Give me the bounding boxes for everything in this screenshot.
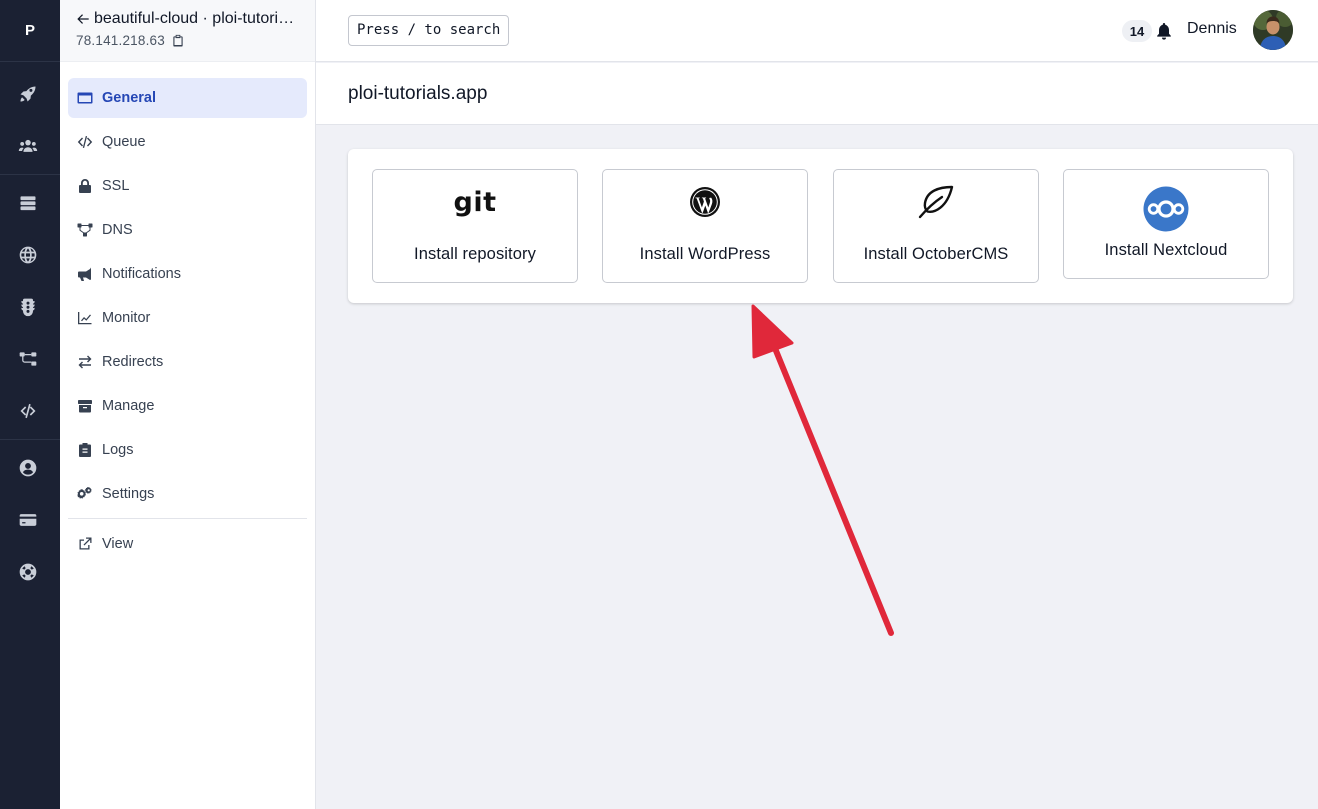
code-icon[interactable] bbox=[16, 399, 40, 423]
nav-item-label: Monitor bbox=[102, 310, 151, 326]
install-wordpress-button[interactable]: Install WordPress bbox=[602, 169, 808, 283]
code-icon bbox=[77, 134, 93, 150]
nav-item-label: View bbox=[102, 536, 134, 552]
cogs-icon bbox=[77, 486, 93, 502]
users-icon[interactable] bbox=[16, 134, 40, 158]
app-logo[interactable]: P bbox=[0, 0, 60, 62]
exchange-icon bbox=[77, 354, 93, 370]
site-sidebar: beautiful-cloud · ploi-tutorials.app 78.… bbox=[60, 0, 316, 809]
rail-divider bbox=[0, 174, 60, 175]
site-name: beautiful-cloud · ploi-tutorials.app bbox=[94, 10, 301, 27]
nav-item-label: Logs bbox=[102, 442, 134, 458]
server-ip-text: 78.141.218.63 bbox=[76, 33, 165, 48]
wordpress-icon bbox=[603, 186, 807, 218]
avatar[interactable] bbox=[1253, 10, 1293, 50]
tile-label: Install WordPress bbox=[639, 245, 771, 263]
credit-card-icon[interactable] bbox=[16, 508, 40, 532]
installer-card: git Install repository Install WordPress… bbox=[348, 149, 1293, 303]
git-logo-text: git bbox=[453, 187, 497, 218]
nav-item-logs[interactable]: Logs bbox=[68, 430, 307, 470]
chart-line-icon bbox=[77, 310, 93, 326]
nav-item-label: SSL bbox=[102, 178, 130, 194]
nav-item-label: Manage bbox=[102, 398, 155, 414]
site-back-link[interactable]: beautiful-cloud · ploi-tutorials.app bbox=[76, 10, 301, 28]
install-octobercms-button[interactable]: Install OctoberCMS bbox=[833, 169, 1039, 283]
nav-item-view[interactable]: View bbox=[68, 524, 307, 564]
notification-count-badge[interactable]: 14 bbox=[1122, 20, 1152, 42]
tile-label: Install repository bbox=[414, 245, 536, 263]
bell-icon[interactable] bbox=[1156, 22, 1172, 40]
nav-item-dns[interactable]: DNS bbox=[68, 210, 307, 250]
box-icon bbox=[77, 398, 93, 414]
nav-item-queue[interactable]: Queue bbox=[68, 122, 307, 162]
nav-item-notifications[interactable]: Notifications bbox=[68, 254, 307, 294]
site-header: beautiful-cloud · ploi-tutorials.app 78.… bbox=[60, 0, 315, 62]
lock-icon bbox=[77, 178, 93, 194]
nav-item-label: Queue bbox=[102, 134, 146, 150]
site-nav: General Queue SSL DNS Notifications Moni… bbox=[68, 78, 307, 568]
servers-icon[interactable] bbox=[16, 191, 40, 215]
tile-label: Install Nextcloud bbox=[1104, 241, 1228, 259]
nav-item-label: Settings bbox=[102, 486, 155, 502]
nav-item-label: DNS bbox=[102, 222, 133, 238]
icon-rail: P bbox=[0, 0, 60, 809]
nav-item-monitor[interactable]: Monitor bbox=[68, 298, 307, 338]
nextcloud-icon bbox=[1064, 186, 1268, 232]
nav-item-general[interactable]: General bbox=[68, 78, 307, 118]
page-title: ploi-tutorials.app bbox=[348, 83, 488, 104]
page-header: ploi-tutorials.app bbox=[316, 63, 1318, 125]
nav-item-manage[interactable]: Manage bbox=[68, 386, 307, 426]
server-ip: 78.141.218.63 bbox=[76, 33, 301, 48]
network-icon[interactable] bbox=[16, 347, 40, 371]
nav-item-ssl[interactable]: SSL bbox=[68, 166, 307, 206]
nav-divider bbox=[68, 518, 307, 519]
window-icon bbox=[77, 90, 93, 106]
user-name[interactable]: Dennis bbox=[1187, 20, 1237, 38]
git-icon: git bbox=[373, 188, 577, 218]
leaf-icon bbox=[834, 184, 1038, 220]
nav-item-label: Redirects bbox=[102, 354, 164, 370]
dns-icon bbox=[77, 222, 93, 238]
rocket-icon[interactable] bbox=[16, 82, 40, 106]
rail-divider bbox=[0, 439, 60, 440]
top-bar: Press / to search 14 Dennis bbox=[316, 0, 1318, 62]
traffic-light-icon[interactable] bbox=[16, 295, 40, 319]
lifebuoy-icon[interactable] bbox=[16, 560, 40, 584]
tile-label: Install OctoberCMS bbox=[863, 245, 1009, 263]
install-repository-button[interactable]: git Install repository bbox=[372, 169, 578, 283]
search-button[interactable]: Press / to search bbox=[348, 15, 510, 46]
nav-item-label: General bbox=[102, 90, 156, 106]
clipboard-icon bbox=[77, 442, 93, 458]
nav-item-redirects[interactable]: Redirects bbox=[68, 342, 307, 382]
external-link-icon bbox=[77, 536, 93, 552]
clipboard-copy-icon[interactable] bbox=[172, 34, 184, 47]
arrow-left-icon bbox=[77, 14, 89, 24]
nav-item-settings[interactable]: Settings bbox=[68, 474, 307, 514]
nav-item-label: Notifications bbox=[102, 266, 181, 282]
user-circle-icon[interactable] bbox=[16, 456, 40, 480]
install-nextcloud-button[interactable]: Install Nextcloud bbox=[1063, 169, 1269, 279]
globe-icon[interactable] bbox=[16, 243, 40, 267]
megaphone-icon bbox=[77, 266, 93, 282]
